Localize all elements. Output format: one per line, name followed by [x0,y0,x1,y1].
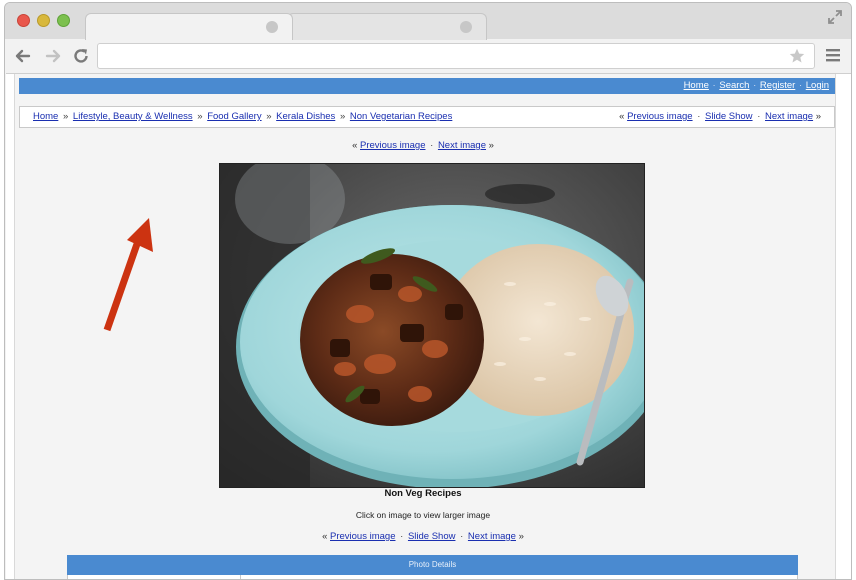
nav-prefix: « [619,111,625,122]
nav-separator: · [400,531,404,542]
image-nav-top: « Previous image · Next image » [15,140,831,151]
tab-close-icon[interactable] [460,21,472,33]
breadcrumb-separator: » [197,111,203,122]
breadcrumb-separator: » [62,111,69,122]
nav-separator: · [753,80,757,91]
gallery-page: Home · Search · Register · Login Home » … [14,74,836,579]
breadcrumb-separator: » [266,111,272,122]
nav-separator: · [430,140,434,151]
breadcrumb-home[interactable]: Home [33,111,58,122]
nav-link-login[interactable]: Login [806,80,829,91]
browser-tab-active[interactable] [85,13,293,40]
close-window-button[interactable] [17,14,30,27]
next-image-link[interactable]: Next image [765,111,813,122]
address-bar[interactable] [97,43,815,69]
browser-toolbar [5,39,851,73]
slide-show-link[interactable]: Slide Show [408,531,456,542]
breadcrumb-non-veg-recipes[interactable]: Non Vegetarian Recipes [350,111,452,122]
previous-image-link[interactable]: Previous image [360,140,425,151]
photo-caption: Non Veg Recipes [384,488,462,499]
bookmark-star-icon[interactable] [788,47,806,65]
nav-prefix: « [352,140,358,151]
previous-image-link[interactable]: Previous image [330,531,395,542]
nav-separator: · [798,80,803,91]
breadcrumb: Home » Lifestyle, Beauty & Wellness » Fo… [33,107,452,127]
minimize-window-button[interactable] [37,14,50,27]
recipe-photo[interactable] [219,163,645,488]
title-bar [5,3,851,40]
nav-link-home[interactable]: Home [684,80,709,91]
breadcrumb-lifestyle[interactable]: Lifestyle, Beauty & Wellness [73,111,193,122]
back-arrow-icon[interactable] [13,46,33,66]
breadcrumb-image-nav: « Previous image · Slide Show · Next ima… [619,107,821,127]
next-image-link[interactable]: Next image [438,140,486,151]
top-nav-bar: Home · Search · Register · Login [19,78,835,94]
scrollbar-edge[interactable] [851,74,852,88]
slide-show-link[interactable]: Slide Show [705,111,753,122]
forward-arrow-icon[interactable] [43,46,63,66]
photo-hint: Click on image to view larger image [355,510,491,520]
previous-image-link[interactable]: Previous image [627,111,692,122]
nav-separator: · [757,111,761,122]
photo-details-row [67,575,798,579]
browser-tab-inactive[interactable] [287,13,487,40]
nav-link-register[interactable]: Register [760,80,795,91]
breadcrumb-bar: Home » Lifestyle, Beauty & Wellness » Fo… [19,106,835,128]
reload-icon[interactable] [71,46,91,66]
nav-prefix: « [322,531,328,542]
photo-details-header: Photo Details [67,555,798,575]
image-nav-bottom: « Previous image · Slide Show · Next ima… [15,531,831,542]
details-column-divider [240,575,241,579]
nav-suffix: » [815,111,821,122]
nav-suffix: » [518,531,524,542]
browser-window: Home · Search · Register · Login Home » … [4,2,852,580]
next-image-link[interactable]: Next image [468,531,516,542]
nav-separator: · [712,80,716,91]
breadcrumb-kerala-dishes[interactable]: Kerala Dishes [276,111,335,122]
nav-link-search[interactable]: Search [719,80,749,91]
nav-separator: · [697,111,701,122]
tab-close-icon[interactable] [266,21,278,33]
page-viewport: Home · Search · Register · Login Home » … [6,73,852,579]
food-photo-image [220,164,644,487]
fullscreen-icon[interactable] [827,9,843,25]
breadcrumb-food-gallery[interactable]: Food Gallery [207,111,261,122]
nav-separator: · [460,531,464,542]
nav-suffix: » [488,140,494,151]
breadcrumb-separator: » [339,111,346,122]
annotation-arrow-icon [103,218,153,332]
maximize-window-button[interactable] [57,14,70,27]
menu-hamburger-icon[interactable] [825,47,841,63]
